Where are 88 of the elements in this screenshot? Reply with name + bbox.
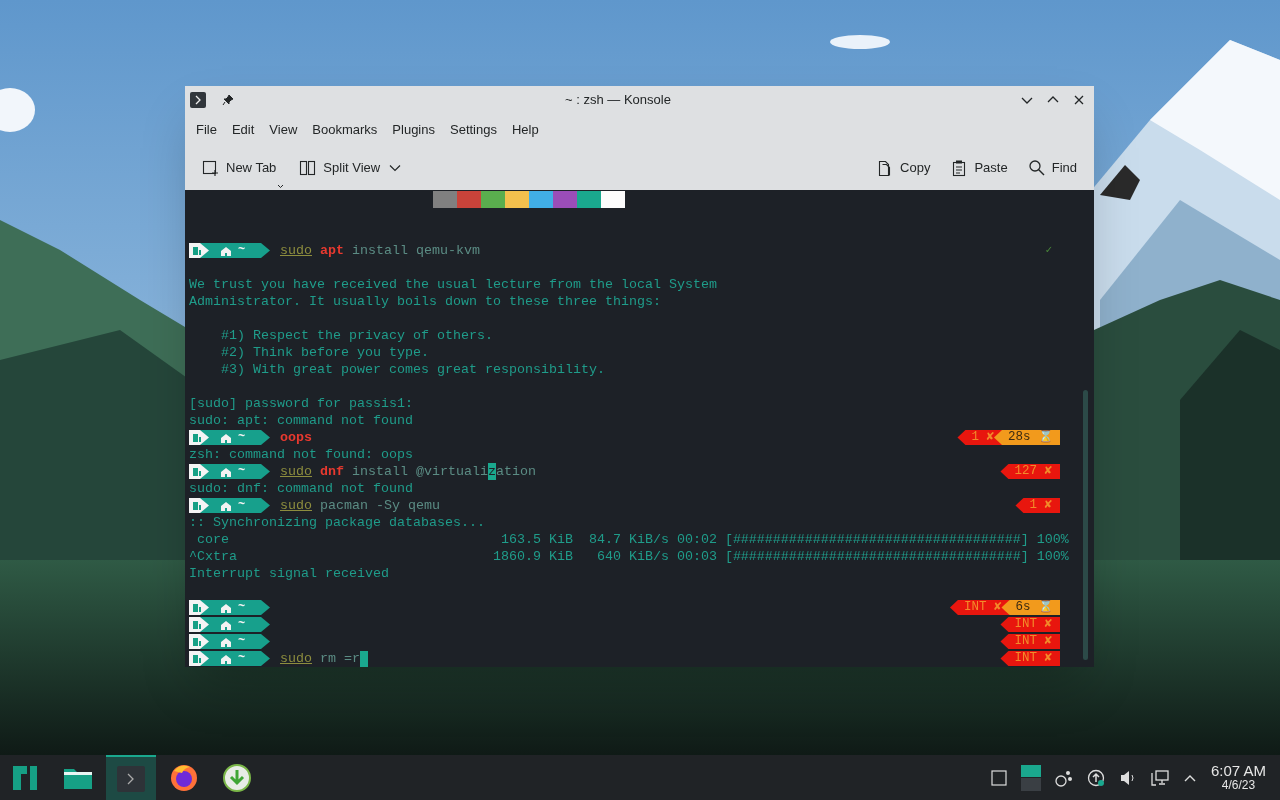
terminal-output: ^Cxtra 1860.9 KiB 640 KiB/s 00:03 [####################################] 100% xyxy=(189,548,1069,565)
command-text: dnf xyxy=(319,463,344,480)
toolbar-button[interactable]: Copy xyxy=(871,151,936,184)
menu-item[interactable]: Plugins xyxy=(385,117,442,142)
download-icon xyxy=(222,762,252,793)
command-text: sudo xyxy=(280,497,312,514)
split-view-icon xyxy=(299,158,318,177)
terminal-output: core 163.5 KiB 84.7 KiB/s 00:02 [####################################] 100% xyxy=(196,531,1069,548)
menu-item[interactable]: View xyxy=(262,117,305,142)
command-text: sudo xyxy=(280,242,312,259)
distro-icon xyxy=(193,654,201,663)
status-segment: 1 ✘ xyxy=(1015,498,1060,513)
command-text: oops xyxy=(280,429,312,446)
status-segment: INT ✘ xyxy=(1000,634,1060,649)
status-segment: INT ✘ xyxy=(1000,651,1060,666)
terminal-output: #1) Respect the privacy of others. xyxy=(220,327,493,344)
prompt-directory: ~ xyxy=(238,430,246,445)
terminal-output: zsh: command not found: oops xyxy=(189,446,413,463)
terminal-output: sudo: dnf: command not found xyxy=(189,480,413,497)
distro-icon xyxy=(193,501,201,510)
command-text: install qemu-kvm xyxy=(351,242,480,259)
terminal-output: sudo: apt: command not found xyxy=(189,412,413,429)
prompt-directory: ~ xyxy=(238,634,246,649)
globe-fox-icon xyxy=(169,762,199,793)
command-text: pacman -Sy qemu xyxy=(319,497,440,514)
command-text: apt xyxy=(319,242,344,259)
share-icon[interactable] xyxy=(1054,768,1073,787)
terminal-output: Interrupt signal received xyxy=(189,565,389,582)
home-icon xyxy=(220,499,232,512)
distro-icon xyxy=(193,603,201,612)
clock-date[interactable]: 4/6/23 xyxy=(1221,777,1256,793)
command-text: ation xyxy=(495,463,536,480)
pager-icon[interactable] xyxy=(1020,764,1041,791)
search-icon xyxy=(1027,158,1046,177)
scrollbar-thumb[interactable] xyxy=(1083,390,1088,660)
toolbar-button[interactable]: New Tab xyxy=(197,151,282,184)
distro-icon xyxy=(193,620,201,629)
command-text: rm =r xyxy=(319,650,360,667)
command-text: sudo xyxy=(280,463,312,480)
command-text: sudo xyxy=(280,650,312,667)
menu-item[interactable]: Edit xyxy=(224,117,262,142)
distro-icon xyxy=(193,433,201,442)
terminal-output: Administrator. It usually boils down to these three things: xyxy=(189,293,661,310)
status-segment: INT ✘ xyxy=(1000,617,1060,632)
network-icon[interactable] xyxy=(1150,768,1169,787)
terminal-icon xyxy=(116,763,146,794)
terminal-output: #3) With great power comes great responsibility. xyxy=(220,361,605,378)
terminal-output: :: Synchronizing package databases... xyxy=(189,514,485,531)
home-icon xyxy=(220,618,232,631)
home-icon xyxy=(220,465,232,478)
prompt-directory: ~ xyxy=(238,651,246,666)
terminal-output: We trust you have received the usual lecture from the local System xyxy=(189,276,717,293)
home-icon xyxy=(220,431,232,444)
menu-item[interactable]: Bookmarks xyxy=(305,117,385,142)
status-check: ✓ xyxy=(1045,243,1052,258)
caret-icon[interactable] xyxy=(277,184,285,189)
toolbar-button[interactable]: Paste xyxy=(945,151,1013,184)
pin-icon[interactable] xyxy=(222,94,234,106)
status-segment: INT ✘ xyxy=(949,600,1010,615)
prompt-directory: ~ xyxy=(238,617,246,632)
distro-icon xyxy=(193,637,201,646)
update-icon[interactable] xyxy=(1086,768,1105,787)
new-tab-icon xyxy=(202,158,220,177)
menu-item[interactable]: File xyxy=(189,117,224,142)
chevron-icon[interactable] xyxy=(389,163,402,172)
terminal-output: [sudo] password for passis1: xyxy=(189,395,413,412)
prompt-directory: ~ xyxy=(238,464,246,479)
menu-item[interactable]: Settings xyxy=(443,117,504,142)
prompt-directory: ~ xyxy=(238,243,246,258)
home-icon xyxy=(220,652,232,665)
window-title: ~ : zsh — Konsole xyxy=(565,91,671,110)
prompt-directory: ~ xyxy=(238,498,246,513)
command-text: install @virtuali xyxy=(351,463,488,480)
toolbar-button[interactable]: Find xyxy=(1022,151,1082,184)
prompt-directory: ~ xyxy=(238,600,246,615)
terminal-icon xyxy=(190,92,206,108)
home-icon xyxy=(220,635,232,648)
clock-time[interactable]: 6:07 AM xyxy=(1210,762,1266,778)
desktop-icon[interactable] xyxy=(990,769,1007,786)
home-icon xyxy=(220,601,232,614)
menu-item[interactable]: Help xyxy=(504,117,546,142)
distro-icon xyxy=(193,467,201,476)
distro-icon xyxy=(193,246,201,255)
home-icon xyxy=(220,244,232,257)
terminal-output: #2) Think before you type. xyxy=(220,344,429,361)
status-segment: 127 ✘ xyxy=(1000,464,1060,479)
volume-icon[interactable] xyxy=(1118,768,1137,787)
toolbar-button[interactable]: Split View xyxy=(294,151,386,184)
